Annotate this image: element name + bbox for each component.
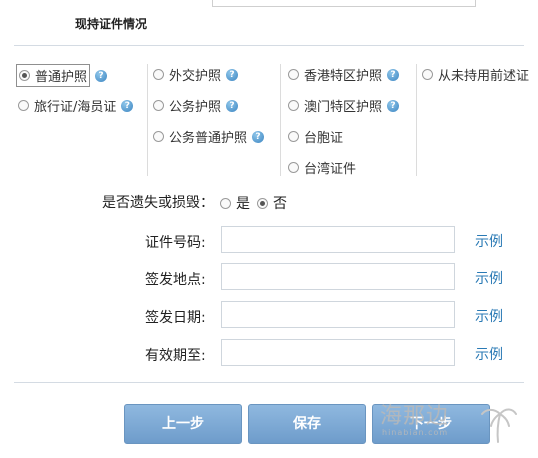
id-type-option-service-passport[interactable]: 公务护照 ?	[153, 96, 239, 115]
divider-bottom	[14, 382, 524, 383]
lost-question-label: 是否遗失或损毁：	[102, 195, 214, 211]
id-type-option-diplomatic-passport[interactable]: 外交护照 ?	[153, 65, 239, 84]
radio-button[interactable]	[220, 197, 231, 209]
id-type-option-taiwan-document[interactable]: 台湾证件	[288, 158, 356, 177]
id-type-option-travel-document[interactable]: 旅行证/海员证 ?	[18, 96, 134, 115]
help-icon[interactable]: ?	[226, 99, 239, 112]
radio-button[interactable]	[422, 69, 433, 80]
watermark-text: 海那边	[380, 404, 450, 429]
issue-date-label: 签发日期:	[145, 310, 206, 326]
option-label: 公务普通护照	[169, 131, 248, 146]
id-type-option-ordinary-passport[interactable]: 普通护照 ?	[16, 64, 108, 87]
option-label: 从未持用前述证	[438, 69, 530, 84]
radio-button[interactable]	[288, 69, 299, 80]
option-label: 是	[236, 196, 250, 212]
section-title: 现持证件情况	[75, 17, 148, 31]
lost-option-yes[interactable]: 是	[220, 193, 250, 213]
option-label: 外交护照	[169, 69, 222, 84]
issue-place-label: 签发地点:	[145, 272, 206, 288]
id-type-option-hk-passport[interactable]: 香港特区护照 ?	[288, 65, 400, 84]
watermark: 海那边 hinabian.com	[380, 398, 450, 437]
help-icon[interactable]: ?	[387, 68, 400, 81]
option-label: 台胞证	[304, 131, 344, 146]
radio-button[interactable]	[153, 131, 164, 142]
id-type-option-never-held[interactable]: 从未持用前述证	[422, 65, 529, 84]
radio-button[interactable]	[153, 100, 164, 111]
top-field-edge	[212, 0, 476, 7]
watermark-url: hinabian.com	[382, 428, 449, 437]
column-divider	[147, 64, 148, 176]
id-type-option-macau-passport[interactable]: 澳门特区护照 ?	[288, 96, 400, 115]
radio-button[interactable]	[288, 100, 299, 111]
document-number-label: 证件号码:	[145, 235, 206, 251]
help-icon[interactable]: ?	[121, 99, 134, 112]
radio-button[interactable]	[18, 100, 29, 111]
id-type-option-official-ordinary-passport[interactable]: 公务普通护照 ?	[153, 127, 265, 146]
help-icon[interactable]: ?	[95, 69, 108, 82]
expiry-date-example-link[interactable]: 示例	[475, 344, 503, 364]
id-type-option-taiwan-compatriot-permit[interactable]: 台胞证	[288, 127, 343, 146]
document-number-example-link[interactable]: 示例	[475, 231, 503, 251]
issue-date-input[interactable]	[221, 301, 455, 328]
issue-place-example-link[interactable]: 示例	[475, 268, 503, 288]
radio-button[interactable]	[257, 197, 268, 209]
option-label: 普通护照	[35, 70, 88, 85]
save-button[interactable]: 保存	[248, 404, 366, 444]
option-label: 澳门特区护照	[304, 100, 383, 115]
help-icon[interactable]: ?	[387, 99, 400, 112]
expiry-date-label: 有效期至:	[145, 348, 206, 364]
column-divider	[280, 64, 281, 176]
selected-option-frame: 普通护照	[16, 64, 91, 87]
help-icon[interactable]: ?	[226, 68, 239, 81]
option-label: 台湾证件	[304, 162, 357, 177]
expiry-date-input[interactable]	[221, 339, 455, 366]
issue-date-example-link[interactable]: 示例	[475, 306, 503, 326]
option-label: 公务护照	[169, 100, 222, 115]
radio-button[interactable]	[288, 131, 299, 142]
option-label: 香港特区护照	[304, 69, 383, 84]
radio-button[interactable]	[153, 69, 164, 80]
radio-button[interactable]	[19, 70, 30, 81]
option-label: 否	[273, 196, 287, 212]
document-number-input[interactable]	[221, 226, 455, 253]
column-divider	[416, 64, 417, 176]
palm-tree-logo-icon	[481, 408, 517, 443]
help-icon[interactable]: ?	[252, 130, 265, 143]
lost-option-no[interactable]: 否	[257, 193, 287, 213]
divider-top	[14, 45, 524, 46]
option-label: 旅行证/海员证	[34, 100, 117, 115]
issue-place-input[interactable]	[221, 263, 455, 290]
previous-step-button[interactable]: 上一步	[124, 404, 242, 444]
radio-button[interactable]	[288, 162, 299, 173]
